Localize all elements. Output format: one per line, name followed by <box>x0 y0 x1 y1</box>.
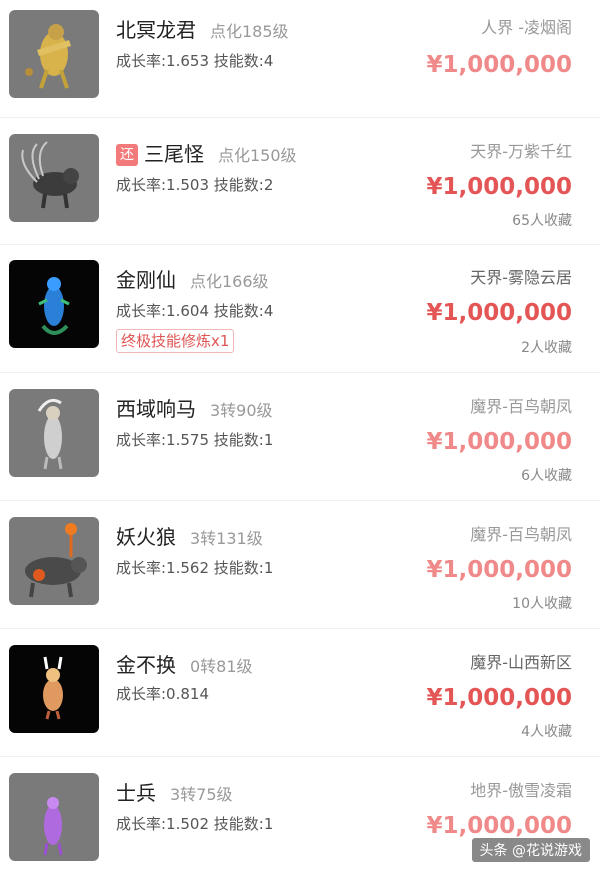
pet-name: 三尾怪 <box>144 142 204 166</box>
server-name: 魔界-山西新区 <box>470 653 572 672</box>
pet-level: 3转75级 <box>170 785 233 804</box>
list-item[interactable]: 妖火狼 3转131级 成长率:1.562 技能数:1 魔界-百鸟朝凤 ¥1,00… <box>0 501 600 629</box>
server-name: 天界-雾隐云居 <box>470 268 572 287</box>
pet-name: 妖火狼 <box>116 525 176 549</box>
watermark: 头条 @花说游戏 <box>471 838 590 862</box>
pet-thumbnail[interactable] <box>9 517 99 605</box>
server-name: 魔界-百鸟朝凤 <box>470 525 572 544</box>
price: ¥1,000,000 <box>426 174 572 200</box>
pet-thumbnail[interactable] <box>9 134 99 222</box>
pet-stats: 成长率:0.814 <box>116 685 209 703</box>
pet-name: 士兵 <box>116 781 156 805</box>
list-item[interactable]: 金不换 0转81级 成长率:0.814 魔界-山西新区 ¥1,000,000 4… <box>0 629 600 757</box>
price: ¥1,000,000 <box>426 52 572 78</box>
pet-name: 金不换 <box>116 653 176 677</box>
pet-level: 点化166级 <box>190 272 269 291</box>
list-item[interactable]: 北冥龙君 点化185级 成长率:1.653 技能数:4 人界 -凌烟阁 ¥1,0… <box>0 0 600 128</box>
favorite-count: 2人收藏 <box>521 340 572 356</box>
price: ¥1,000,000 <box>426 557 572 583</box>
server-name: 地界-傲雪凌霜 <box>470 781 572 800</box>
server-name: 魔界-百鸟朝凤 <box>470 397 572 416</box>
pet-thumbnail[interactable] <box>9 389 99 477</box>
price: ¥1,000,000 <box>426 300 572 326</box>
list-item[interactable]: 金刚仙 点化166级 成长率:1.604 技能数:4 终极技能修炼x1 天界-雾… <box>0 245 600 373</box>
pet-level: 3转90级 <box>210 401 273 420</box>
price: ¥1,000,000 <box>426 429 572 455</box>
pet-thumbnail[interactable] <box>9 260 99 348</box>
favorite-count: 10人收藏 <box>512 596 572 612</box>
pet-thumbnail[interactable] <box>9 773 99 861</box>
return-tag: 还 <box>116 144 138 166</box>
pet-level: 点化150级 <box>218 146 297 165</box>
pet-level: 3转131级 <box>190 529 263 548</box>
pet-stats: 成长率:1.575 技能数:1 <box>116 431 274 449</box>
skill-badge: 终极技能修炼x1 <box>116 329 235 353</box>
server-name: 人界 -凌烟阁 <box>481 18 572 37</box>
pet-name: 金刚仙 <box>116 268 176 292</box>
pet-level: 点化185级 <box>210 22 289 41</box>
price: ¥1,000,000 <box>426 685 572 711</box>
favorite-count: 6人收藏 <box>521 468 572 484</box>
server-name: 天界-万紫千红 <box>470 142 572 161</box>
favorite-count: 4人收藏 <box>521 724 572 740</box>
pet-name: 北冥龙君 <box>116 18 196 42</box>
pet-stats: 成长率:1.502 技能数:1 <box>116 815 274 833</box>
list-item[interactable]: 西域响马 3转90级 成长率:1.575 技能数:1 魔界-百鸟朝凤 ¥1,00… <box>0 373 600 501</box>
pet-stats: 成长率:1.503 技能数:2 <box>116 176 274 194</box>
pet-thumbnail[interactable] <box>9 645 99 733</box>
favorite-count: 65人收藏 <box>512 213 572 229</box>
price: ¥1,000,000 <box>426 813 572 839</box>
pet-stats: 成长率:1.604 技能数:4 <box>116 302 274 320</box>
pet-stats: 成长率:1.562 技能数:1 <box>116 559 274 577</box>
list-item[interactable]: 还 三尾怪 点化150级 成长率:1.503 技能数:2 天界-万紫千红 ¥1,… <box>0 118 600 246</box>
pet-stats: 成长率:1.653 技能数:4 <box>116 52 274 70</box>
pet-level: 0转81级 <box>190 657 253 676</box>
pet-name: 西域响马 <box>116 397 196 421</box>
pet-thumbnail[interactable] <box>9 10 99 98</box>
